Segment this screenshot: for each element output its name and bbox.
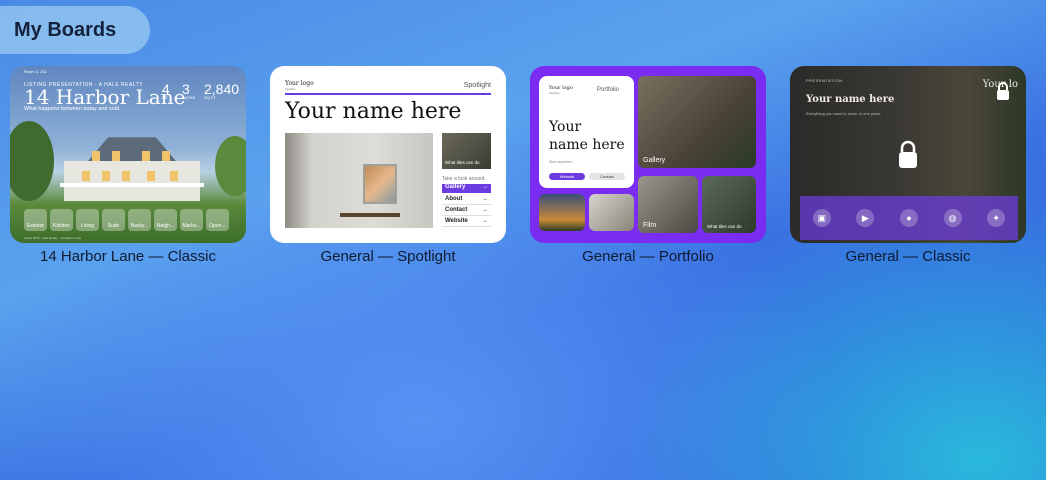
board-brand: Spotlight	[463, 82, 491, 89]
stat-beds: 4 BD	[162, 81, 170, 100]
person-icon[interactable]: ●	[899, 209, 918, 227]
contact-button[interactable]: Contact	[589, 173, 625, 180]
board-caption[interactable]: General — Classic	[790, 248, 1026, 265]
tree-left	[10, 121, 54, 201]
chip-open-house[interactable]: Open...	[206, 209, 229, 231]
chip-living[interactable]: Living	[76, 209, 99, 231]
chip-backyard[interactable]: Backy...	[128, 209, 151, 231]
board-caption[interactable]: General — Spotlight	[270, 248, 506, 265]
nav-link-about[interactable]: About →	[442, 196, 491, 205]
board-name: Your name here	[549, 119, 625, 153]
tile-thumbnail[interactable]: What tiles can do	[442, 133, 491, 169]
chip-kitchen[interactable]: Kitchen	[50, 209, 73, 231]
board-ribbon: Room 3, 201	[24, 69, 47, 74]
house-image	[52, 131, 212, 209]
board-card-spotlight[interactable]: Your logo tagline Spotlight Your name her…	[270, 66, 506, 243]
board-subtitle: What happens between today and sold.	[24, 106, 121, 112]
chip-market[interactable]: Marke...	[180, 209, 203, 231]
section-chips: Exterior Kitchen Living Suite Backy... N…	[24, 209, 229, 231]
divider	[285, 93, 491, 95]
lock-icon	[899, 140, 917, 168]
tile-film[interactable]: Film	[638, 176, 698, 233]
board-kicker: PRESENTATION	[806, 78, 843, 83]
tile-house[interactable]	[539, 194, 585, 231]
tile-what-tiles[interactable]: What tiles can do	[702, 176, 756, 233]
page-title: My Boards	[0, 6, 150, 54]
nav-link-website[interactable]: Website →	[442, 218, 491, 227]
board-caption[interactable]: 14 Harbor Lane — Classic	[10, 248, 246, 265]
tile-dock: ▣ ▶ ● ◍ ✦	[800, 196, 1018, 240]
board-name: Your name here	[806, 94, 895, 105]
tile-gallery[interactable]: Gallery	[638, 76, 756, 168]
stat-sqft: 2,840 SQ FT	[204, 81, 240, 100]
stat-baths: 3 BATHS	[182, 81, 196, 100]
board-card-portfolio[interactable]: Your logo tagline Portfolio Your name here…	[530, 66, 766, 243]
image-icon[interactable]: ▣	[812, 209, 831, 227]
artwork-image	[363, 164, 397, 204]
arrow-icon: →	[482, 207, 488, 213]
chip-neighborhood[interactable]: Neigh...	[154, 209, 177, 231]
arrow-icon: →	[482, 218, 488, 224]
board-name: Your name here	[285, 99, 462, 124]
board-subtitle: Everything you want to show, in one plac…	[806, 111, 882, 116]
board-caption[interactable]: General — Portfolio	[530, 248, 766, 265]
sparkle-icon[interactable]: ✦	[987, 209, 1006, 227]
logo: Your logo tagline	[549, 85, 573, 95]
arrow-icon: →	[482, 196, 488, 202]
nav-link-gallery[interactable]: Gallery →	[442, 184, 491, 193]
logo: Your logo tagline	[285, 80, 314, 91]
chip-exterior[interactable]: Exterior	[24, 209, 47, 231]
website-button[interactable]: Website	[549, 173, 585, 180]
nav-link-contact[interactable]: Contact →	[442, 207, 491, 216]
intro-panel: Your logo tagline Portfolio Your name here…	[539, 76, 634, 188]
video-icon[interactable]: ▶	[856, 209, 875, 227]
tile-room[interactable]	[589, 194, 634, 231]
look-around-text: Take a look around.	[442, 176, 486, 182]
tree-right	[215, 136, 246, 196]
arrow-icon: →	[482, 184, 488, 190]
board-card-classic-locked[interactable]: PRESENTATION Your lo Your name here Ever…	[790, 66, 1026, 243]
board-brand: Portfolio	[597, 87, 620, 93]
chip-suite[interactable]: Suite	[102, 209, 125, 231]
start-text: Start anywhere	[549, 160, 573, 164]
board-footer: Listed 2025 · Hale Realty · 14 Harbor La…	[24, 236, 82, 240]
globe-icon[interactable]: ◍	[943, 209, 962, 227]
board-card-harbor-lane[interactable]: Room 3, 201 LISTING PRESENTATION · A HAL…	[10, 66, 246, 243]
lock-icon	[997, 82, 1009, 100]
bench-image	[340, 213, 400, 217]
